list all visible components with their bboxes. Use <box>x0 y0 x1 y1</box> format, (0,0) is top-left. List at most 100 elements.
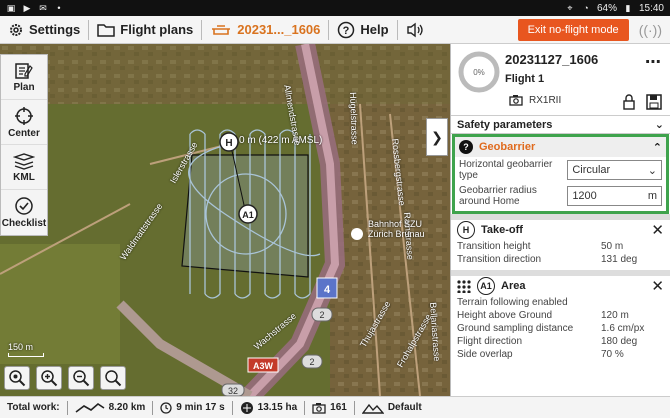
area-marker-a1-label: A1 <box>242 210 254 220</box>
road-shield-4: 4 <box>316 277 338 299</box>
area-row: Side overlap 70 % <box>451 348 670 361</box>
help-button[interactable]: ? Help <box>329 16 396 44</box>
chevron-down-icon: ⌄ <box>654 119 664 131</box>
zoom-in-button[interactable] <box>36 366 62 390</box>
help-icon: ? <box>338 21 355 38</box>
zoom-to-fit-button[interactable] <box>4 366 30 390</box>
settings-button[interactable]: Settings <box>0 16 88 44</box>
area-row-key: Height above Ground <box>457 310 553 321</box>
plan-icon <box>15 62 33 79</box>
area-row: Flight direction 180 deg <box>451 335 670 348</box>
road-shield-a3w: A3W <box>247 357 279 373</box>
flight-plans-button[interactable]: Flight plans <box>89 16 201 44</box>
svg-text:?: ? <box>343 25 350 37</box>
station-label: Bahnhof SZU Zürich Brunau <box>368 219 425 239</box>
geobarrier-radius-unit: m <box>647 190 657 202</box>
save-icon[interactable] <box>646 94 662 110</box>
speaker-icon <box>406 22 423 37</box>
takeoff-row: Transition direction 131 deg <box>451 253 670 266</box>
area-marker-a1[interactable]: A1 <box>238 204 258 224</box>
camera-row: RX1RII <box>509 94 561 106</box>
takeoff-row-value: 131 deg <box>601 254 638 265</box>
close-icon[interactable]: ✕ <box>651 221 664 239</box>
settings-label: Settings <box>29 22 81 37</box>
safety-parameters-header[interactable]: Safety parameters ⌄ <box>451 116 670 134</box>
more-notifications-icon: • <box>57 3 61 13</box>
location-icon: ⌖ <box>567 3 573 13</box>
kml-tool-button[interactable]: KML <box>1 145 47 190</box>
map-view[interactable]: 4 2 2 A3W 32 H A1 0 m (422 m AMSL) Isler… <box>0 44 450 396</box>
center-tool-button[interactable]: Center <box>1 100 47 145</box>
map-tools: Plan Center KML Checklist <box>0 54 48 236</box>
area-icon <box>240 401 253 414</box>
total-work-label: Total work: <box>7 402 60 413</box>
geobarrier-type-label: Horizontal geobarrier type <box>459 159 553 181</box>
area-row-key: Side overlap <box>457 349 513 360</box>
geobarrier-radius-label: Geobarrier radius around Home <box>459 185 537 207</box>
chevron-up-icon: ⌃ <box>652 141 662 154</box>
geobarrier-radius-row: Geobarrier radius around Home 1200 m <box>455 183 666 211</box>
terrain-mode-value: Default <box>387 402 422 413</box>
home-altitude-label: 0 m (422 m AMSL) <box>239 135 323 146</box>
road-shield-a3w-label: A3W <box>253 361 274 371</box>
total-photos: 161 <box>305 402 354 414</box>
close-icon[interactable]: ✕ <box>651 277 664 295</box>
area-row-key: Flight direction <box>457 336 523 347</box>
folder-icon <box>97 23 116 37</box>
plan-tool-button[interactable]: Plan <box>1 55 47 100</box>
area-marker: A1 <box>477 277 495 295</box>
checklist-icon <box>15 197 33 215</box>
exit-no-flight-mode-button[interactable]: Exit no-flight mode <box>517 18 629 41</box>
zoom-out-button[interactable] <box>68 366 94 390</box>
safety-parameters-title: Safety parameters <box>457 118 553 131</box>
current-mission-button[interactable]: 20231..._1606 <box>202 16 328 44</box>
mission-header: 0% 20231127_1606 ⋯ Flight 1 RX1RII <box>451 44 670 116</box>
gear-icon <box>10 23 22 36</box>
kml-icon <box>13 152 35 170</box>
more-options-button[interactable]: ⋯ <box>645 52 662 72</box>
area-row-value: 70 % <box>601 349 624 360</box>
mission-name: 20231127_1606 <box>505 52 599 67</box>
clock: 15:40 <box>638 2 664 14</box>
geobarrier-type-row: Horizontal geobarrier type Circular ⌄ <box>455 157 666 183</box>
chevron-right-icon: ❯ <box>431 128 443 145</box>
mission-label: 20231..._1606 <box>237 22 321 37</box>
scale-label: 150 m <box>8 342 34 352</box>
video-app-icon: ▶ <box>23 3 31 13</box>
road-shield-32-label: 32 <box>228 386 238 396</box>
terrain-mode[interactable]: Default <box>355 402 429 414</box>
home-marker[interactable]: H <box>219 132 239 152</box>
area-row-key: Ground sampling distance <box>457 323 574 334</box>
help-label: Help <box>360 22 389 37</box>
help-icon[interactable]: ? <box>459 140 473 154</box>
geobarrier-header[interactable]: ? Geobarrier ⌃ <box>455 137 666 157</box>
collapse-panel-button[interactable]: ❯ <box>426 118 448 156</box>
search-map-button[interactable] <box>100 366 126 390</box>
clock-icon <box>160 401 172 414</box>
app-notification-icon: ▣ <box>6 3 16 13</box>
takeoff-header[interactable]: H Take-off ✕ <box>451 214 670 240</box>
area-header[interactable]: A1 Area ✕ <box>451 270 670 296</box>
top-toolbar: Settings Flight plans 20231..._1606 ? He… <box>0 16 670 44</box>
drag-handle-icon[interactable] <box>457 279 471 293</box>
total-duration: 9 min 17 s <box>153 401 231 414</box>
road-shield-2a-label: 2 <box>319 310 324 320</box>
train-station-icon <box>351 228 363 240</box>
lock-icon[interactable] <box>622 94 636 110</box>
geobarrier-radius-input[interactable]: 1200 m <box>567 186 662 206</box>
chevron-down-icon: ⌄ <box>647 164 657 177</box>
battery-level: 64% <box>596 2 617 14</box>
takeoff-row-key: Transition height <box>457 241 531 252</box>
area-title: Area <box>501 280 526 292</box>
takeoff-row-key: Transition direction <box>457 254 542 265</box>
map-scale: 150 m <box>8 342 48 357</box>
checklist-tool-button[interactable]: Checklist <box>1 190 47 235</box>
zoom-out-icon <box>73 370 90 387</box>
sound-button[interactable] <box>398 16 432 44</box>
geobarrier-type-select[interactable]: Circular ⌄ <box>567 160 662 180</box>
area-row-value: 1.6 cm/px <box>601 323 645 334</box>
area-row-key: Terrain following enabled <box>457 297 568 308</box>
geobarrier-type-value: Circular <box>572 164 611 176</box>
battery-icon: ▮ <box>625 3 631 13</box>
road-shield-2b-label: 2 <box>309 357 314 367</box>
